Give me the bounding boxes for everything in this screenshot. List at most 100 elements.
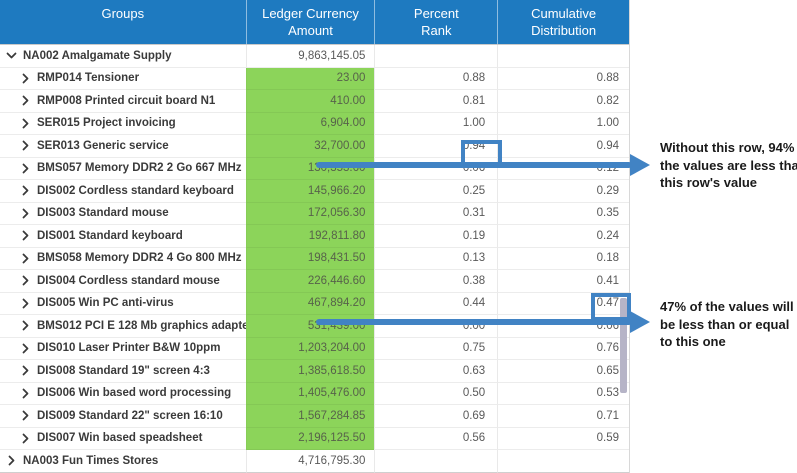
group-cell: DIS002 Cordless standard keyboard: [0, 180, 246, 203]
group-cell: DIS006 Win based word processing: [0, 383, 246, 406]
amount-cell: 9,863,145.05: [246, 45, 375, 68]
percent-rank-cell: 0.38: [374, 270, 497, 293]
table-row[interactable]: DIS009 Standard 22" screen 16:10 1,567,28…: [0, 405, 629, 428]
group-label: DIS010 Laser Printer B&W 10ppm: [37, 342, 220, 354]
chevron-right-icon[interactable]: [20, 208, 31, 219]
table-row[interactable]: NA003 Fun Times Stores4,716,795.30: [0, 450, 629, 473]
table-body: NA002 Amalgamate Supply9,863,145.05RMP01…: [0, 45, 629, 473]
table-row[interactable]: SER013 Generic service32,700.000.940.94: [0, 135, 629, 158]
group-cell: RMP014 Tensioner: [0, 68, 246, 91]
table-row[interactable]: BMS057 Memory DDR2 2 Go 667 MHz 130,353.6…: [0, 158, 629, 181]
column-header-label: Amount: [288, 22, 333, 39]
table-row[interactable]: NA002 Amalgamate Supply9,863,145.05: [0, 45, 629, 68]
column-header-ledger-currency-amount[interactable]: Ledger Currency Amount: [246, 0, 375, 44]
group-cell: NA002 Amalgamate Supply: [0, 45, 246, 68]
chevron-right-icon[interactable]: [20, 410, 31, 421]
table-row[interactable]: DIS004 Cordless standard mouse226,446.60…: [0, 270, 629, 293]
group-cell: BMS058 Memory DDR2 4 Go 800 MHz: [0, 248, 246, 271]
amount-cell: 6,904.00: [246, 113, 375, 136]
group-cell: SER013 Generic service: [0, 135, 246, 158]
amount-cell: 172,056.30: [246, 203, 375, 226]
group-cell: DIS004 Cordless standard mouse: [0, 270, 246, 293]
table-row[interactable]: DIS001 Standard keyboard192,811.800.190.…: [0, 225, 629, 248]
annotation-arrow-head-icon: [630, 154, 650, 176]
group-label: NA003 Fun Times Stores: [23, 455, 158, 467]
annotation-text-percent-rank: Without this row, 94% of the values are …: [660, 139, 797, 192]
table-row[interactable]: DIS010 Laser Printer B&W 10ppm 1,203,204.…: [0, 338, 629, 361]
chevron-right-icon[interactable]: [20, 95, 31, 106]
chevron-right-icon[interactable]: [20, 433, 31, 444]
column-header-label: Groups: [101, 5, 144, 22]
table-row[interactable]: RMP014 Tensioner23.000.880.88: [0, 68, 629, 91]
percent-rank-cell: [374, 450, 497, 473]
chevron-right-icon[interactable]: [6, 455, 17, 466]
column-header-percent-rank[interactable]: Percent Rank: [374, 0, 497, 44]
group-cell: DIS008 Standard 19" screen 4:3: [0, 360, 246, 383]
column-header-cumulative-distribution[interactable]: Cumulative Distribution: [497, 0, 629, 44]
chevron-right-icon[interactable]: [20, 185, 31, 196]
amount-cell: 198,431.50: [246, 248, 375, 271]
chevron-right-icon[interactable]: [20, 140, 31, 151]
percent-rank-cell: 0.13: [374, 248, 497, 271]
cumulative-distribution-cell: 0.41: [497, 270, 629, 293]
percent-rank-cell: 0.25: [374, 180, 497, 203]
percent-rank-cell: 0.56: [374, 428, 497, 451]
group-cell: DIS010 Laser Printer B&W 10ppm: [0, 338, 246, 361]
group-label: DIS005 Win PC anti-virus: [37, 297, 174, 309]
group-cell: SER015 Project invoicing: [0, 113, 246, 136]
group-label: SER013 Generic service: [37, 140, 169, 152]
amount-cell: 130,353.60: [246, 158, 375, 181]
table-row[interactable]: RMP008 Printed circuit board N1410.000.8…: [0, 90, 629, 113]
percent-rank-cell: [374, 45, 497, 68]
chevron-right-icon[interactable]: [20, 230, 31, 241]
table-row[interactable]: DIS008 Standard 19" screen 4:31,385,618.…: [0, 360, 629, 383]
group-label: BMS057 Memory DDR2 2 Go 667 MHz: [37, 162, 242, 174]
table-row[interactable]: DIS005 Win PC anti-virus467,894.200.440.…: [0, 293, 629, 316]
cumulative-distribution-cell: 0.94: [497, 135, 629, 158]
column-header-label: Percent: [414, 5, 459, 22]
group-cell: NA003 Fun Times Stores: [0, 450, 246, 473]
amount-cell: 467,894.20: [246, 293, 375, 316]
percent-rank-cell: 0.63: [374, 360, 497, 383]
cumulative-distribution-cell: 0.82: [497, 90, 629, 113]
group-label: DIS009 Standard 22" screen 16:10: [37, 410, 223, 422]
annotation-arrow-line: [316, 319, 632, 325]
chevron-right-icon[interactable]: [20, 163, 31, 174]
annotation-arrow-head-icon: [630, 311, 650, 333]
table-row[interactable]: SER015 Project invoicing6,904.001.001.00: [0, 113, 629, 136]
amount-cell: 1,203,204.00: [246, 338, 375, 361]
group-label: DIS004 Cordless standard mouse: [37, 275, 220, 287]
amount-cell: 1,567,284.85: [246, 405, 375, 428]
column-header-label: Ledger Currency: [262, 5, 359, 22]
table-row[interactable]: DIS003 Standard mouse172,056.300.310.35: [0, 203, 629, 226]
percent-rank-cell: 0.81: [374, 90, 497, 113]
chevron-right-icon[interactable]: [20, 118, 31, 129]
chevron-right-icon[interactable]: [20, 388, 31, 399]
amount-cell: 410.00: [246, 90, 375, 113]
table-row[interactable]: DIS007 Win based speadsheet2,196,125.500…: [0, 428, 629, 451]
highlight-box-cumulative-distribution: [591, 293, 631, 321]
group-label: SER015 Project invoicing: [37, 117, 176, 129]
group-label: DIS006 Win based word processing: [37, 387, 231, 399]
chevron-right-icon[interactable]: [20, 365, 31, 376]
chevron-right-icon[interactable]: [20, 298, 31, 309]
chevron-right-icon[interactable]: [20, 275, 31, 286]
cumulative-distribution-cell: [497, 450, 629, 473]
amount-cell: 1,405,476.00: [246, 383, 375, 406]
chevron-right-icon[interactable]: [20, 253, 31, 264]
column-header-groups[interactable]: Groups: [0, 0, 246, 44]
chevron-down-icon[interactable]: [6, 50, 17, 61]
group-label: RMP008 Printed circuit board N1: [37, 95, 215, 107]
amount-cell: 23.00: [246, 68, 375, 91]
chevron-right-icon[interactable]: [20, 343, 31, 354]
chevron-right-icon[interactable]: [20, 73, 31, 84]
chevron-right-icon[interactable]: [20, 320, 31, 331]
table-row[interactable]: BMS058 Memory DDR2 4 Go 800 MHz 198,431.5…: [0, 248, 629, 271]
table-row[interactable]: DIS006 Win based word processing 1,405,47…: [0, 383, 629, 406]
group-label: BMS058 Memory DDR2 4 Go 800 MHz: [37, 252, 242, 264]
percent-rank-cell: 0.75: [374, 338, 497, 361]
amount-cell: 32,700.00: [246, 135, 375, 158]
table-row[interactable]: DIS002 Cordless standard keyboard145,966…: [0, 180, 629, 203]
percent-rank-cell: 0.44: [374, 293, 497, 316]
percent-rank-cell: 0.19: [374, 225, 497, 248]
